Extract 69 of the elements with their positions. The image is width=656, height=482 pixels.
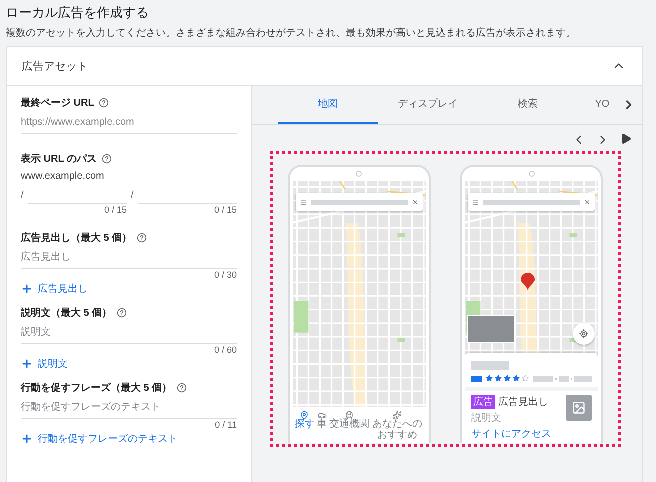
map-pin-icon — [521, 273, 536, 291]
plus-icon — [21, 433, 33, 445]
placeholder-bar — [574, 376, 592, 382]
help-icon[interactable] — [102, 154, 112, 164]
field-label: 説明文（最大 5 個） — [21, 306, 112, 320]
star-icon — [504, 375, 511, 382]
card-title: 広告アセット — [22, 60, 88, 74]
camera-icon — [356, 171, 362, 177]
nav-item[interactable]: 交通機関 — [329, 411, 370, 430]
image-icon — [572, 401, 586, 415]
rating-block — [471, 376, 482, 382]
field-label: 表示 URL のパス — [21, 152, 97, 166]
input-field[interactable]: 説明文 — [21, 325, 237, 344]
site-link[interactable]: サイトにアクセス — [471, 427, 552, 441]
plus-icon — [21, 358, 33, 370]
nav-item[interactable]: 探す — [294, 411, 315, 430]
help-icon[interactable] — [117, 308, 128, 318]
play-icon — [620, 133, 632, 145]
placeholder-bar — [558, 376, 569, 382]
star-icon — [522, 375, 529, 382]
char-counter: 0 / 11 — [214, 420, 237, 430]
help-icon[interactable] — [137, 233, 148, 243]
car-icon — [318, 411, 327, 420]
field-label: 行動を促すフレーズ（最大 5 個） — [21, 382, 172, 395]
add-link[interactable]: 説明文 — [21, 357, 237, 371]
char-counter: 0 / 30 — [213, 270, 237, 280]
input-field[interactable]: 行動を促すフレーズのテキスト — [21, 400, 237, 419]
photo-placeholder — [467, 315, 516, 343]
page-description: 複数のアセットを入力してください。さまざまな組み合わせがテストされ、最も効果が高いと見込まれる広告が表示されます。 — [6, 26, 577, 40]
help-icon[interactable] — [99, 98, 110, 108]
close-icon — [584, 198, 592, 206]
locate-icon — [579, 329, 590, 339]
field-label: 広告見出し（最大 5 個） — [21, 231, 132, 245]
placeholder-bar — [532, 376, 553, 382]
help-icon[interactable] — [177, 383, 188, 393]
ad-description: 説明文 — [471, 412, 502, 425]
add-link[interactable]: 広告見出し — [21, 282, 237, 296]
preview-tab[interactable]: YO — [578, 86, 616, 124]
ad-headline: 広告見出し — [498, 396, 548, 409]
preview-tab[interactable]: 検索 — [478, 86, 578, 124]
camera-icon — [528, 171, 535, 177]
field-label: 最終ページ URL — [21, 96, 94, 110]
play-button[interactable] — [620, 133, 632, 147]
path-separator: / — [21, 190, 24, 201]
nav-item[interactable]: 車 — [317, 411, 328, 430]
star-icon — [494, 375, 502, 382]
star-icon — [486, 375, 493, 382]
pin-icon — [300, 411, 310, 420]
char-counter: 0 / 15 — [213, 205, 237, 215]
placeholder-bar — [471, 361, 510, 370]
char-counter: 0 / 15 — [103, 205, 127, 215]
input-field[interactable]: https://www.example.com — [21, 115, 237, 134]
input-field[interactable]: 広告見出し — [21, 250, 237, 269]
add-link[interactable]: 行動を促すフレーズのテキスト — [21, 432, 237, 446]
preview-tab[interactable]: 地図 — [278, 86, 378, 124]
preview-tab[interactable]: ディスプレイ — [378, 86, 478, 124]
train-icon — [344, 411, 354, 420]
sparkle-icon — [393, 411, 402, 420]
ad-badge: 広告 — [471, 395, 496, 409]
char-counter: 0 / 60 — [213, 345, 237, 355]
nav-item[interactable]: あなたへのおすすめ — [372, 411, 424, 441]
domain-text: www.example.com — [21, 171, 106, 182]
star-icon — [512, 375, 520, 382]
path-separator: / — [131, 190, 134, 201]
menu-icon — [300, 198, 307, 206]
menu-icon — [472, 198, 480, 206]
plus-icon — [21, 283, 33, 295]
page-title: ローカル広告を作成する — [6, 4, 150, 22]
close-icon — [412, 198, 419, 206]
